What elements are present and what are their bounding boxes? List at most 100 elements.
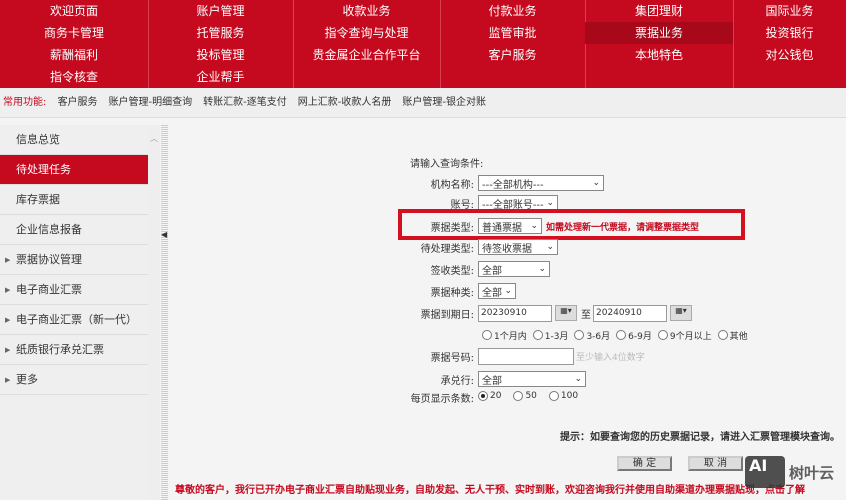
nav-item[interactable]: 监管审批: [440, 22, 585, 44]
due-to-input[interactable]: 20240910: [593, 304, 667, 322]
nav-item[interactable]: 收款业务: [293, 0, 440, 22]
due-range-radio[interactable]: 6-9月: [616, 329, 652, 342]
sidebar-scrollbar[interactable]: ︿: [148, 125, 160, 500]
due-range-radio[interactable]: 其他: [717, 329, 748, 342]
common-function-link[interactable]: 账户管理-银企对账: [402, 97, 486, 108]
nav-item[interactable]: 国际业务: [733, 0, 846, 22]
chevron-down-icon: ⌄: [546, 198, 554, 208]
nav-item[interactable]: 薪酬福利: [0, 44, 148, 66]
radio-label: 6-9月: [628, 331, 652, 342]
top-navigation: 欢迎页面 账户管理 收款业务 付款业务 集团理财 国际业务商务卡管理 托管服务 指令查询与处理…: [0, 0, 846, 88]
common-function-link[interactable]: 客户服务: [58, 97, 98, 108]
radio-icon: [478, 390, 488, 401]
due-from-input[interactable]: 20230910: [478, 304, 552, 322]
bill-kind-label: 票据种类:: [430, 287, 474, 299]
sign-type-select[interactable]: 全部 ⌄: [478, 261, 550, 277]
radio-label: 20: [490, 390, 502, 401]
org-label: 机构名称:: [430, 179, 474, 191]
bill-no-input[interactable]: [478, 347, 574, 365]
sidebar-item[interactable]: ▶ 电子商业汇票（新一代）: [0, 305, 148, 335]
sidebar-item[interactable]: ▶ 电子商业汇票: [0, 275, 148, 305]
nav-item[interactable]: 客户服务: [440, 44, 585, 66]
radio-icon: [548, 390, 559, 401]
expand-arrow-icon: ▶: [5, 286, 11, 294]
common-function-link[interactable]: 网上汇款-收款人名册: [298, 97, 392, 108]
radio-icon: [532, 330, 543, 340]
chevron-down-icon: ⌄: [574, 374, 582, 384]
sidebar-item[interactable]: ▶ 纸质银行承兑汇票: [0, 335, 148, 365]
nav-item[interactable]: 集团理财: [585, 0, 733, 22]
sidebar-collapse-handle[interactable]: ◀: [161, 125, 168, 500]
radio-icon: [717, 330, 728, 340]
sidebar-item[interactable]: ▶ 票据协议管理: [0, 245, 148, 275]
collapse-left-icon[interactable]: ◀: [161, 230, 167, 239]
nav-item[interactable]: 票据业务: [585, 22, 733, 44]
nav-item[interactable]: 投标管理: [148, 44, 293, 66]
calendar-icon[interactable]: ▦▾: [555, 305, 577, 321]
page-size-radio[interactable]: 20: [478, 390, 502, 401]
watermark-logo: AI 树叶云: [745, 456, 834, 488]
page-size-label: 每页显示条数:: [410, 393, 474, 405]
radio-label: 1个月内: [494, 331, 527, 342]
calendar-icon[interactable]: ▦▾: [670, 305, 692, 321]
pending-type-row: 待处理类型: 待签收票据 ⌄: [380, 238, 558, 256]
radio-icon: [616, 330, 627, 340]
sidebar-item[interactable]: 待处理任务: [0, 155, 148, 185]
due-range-radio[interactable]: 3-6月: [574, 329, 610, 342]
page-size-radio[interactable]: 50: [513, 390, 537, 401]
due-range-radio[interactable]: 1-3月: [532, 329, 569, 342]
nav-item[interactable]: 企业帮手: [148, 66, 293, 88]
expand-arrow-icon: ▶: [5, 376, 11, 384]
sidebar-item-label: 电子商业汇票: [16, 283, 82, 296]
org-select[interactable]: ---全部机构--- ⌄: [478, 175, 604, 191]
acceptor-select[interactable]: 全部 ⌄: [478, 371, 586, 387]
nav-item[interactable]: 指令查询与处理: [293, 22, 440, 44]
sidebar-item[interactable]: 企业信息报备: [0, 215, 148, 245]
sidebar-item-label: 电子商业汇票（新一代）: [16, 313, 137, 326]
nav-item[interactable]: 贵金属企业合作平台: [293, 44, 440, 66]
nav-item[interactable]: 指令核查: [0, 66, 148, 88]
nav-item[interactable]: 商务卡管理: [0, 22, 148, 44]
nav-item[interactable]: 对公钱包: [733, 44, 846, 66]
nav-item[interactable]: 托管服务: [148, 22, 293, 44]
page-size-radio[interactable]: 100: [548, 390, 579, 401]
ai-logo-icon: AI: [745, 456, 785, 488]
sidebar-item[interactable]: 信息总览: [0, 125, 148, 155]
notice-banner: 尊敬的客户，我行已开办电子商业汇票自助贴现业务，自助发起、无人干预、实时到账，欢…: [175, 485, 805, 496]
bill-no-row: 票据号码: 至少输入4位数字: [380, 347, 645, 365]
sidebar-item-label: 纸质银行承兑汇票: [16, 343, 104, 356]
sidebar: 信息总览 待处理任务 库存票据 企业信息报备 ▶ 票据协议管理 ▶ 电子商业汇票 ▶ 电子商业汇票…: [0, 125, 148, 500]
radio-label: 1-3月: [544, 331, 569, 342]
bill-kind-select[interactable]: 全部 ⌄: [478, 283, 516, 299]
bill-no-placeholder: 至少输入4位数字: [576, 352, 645, 363]
scroll-up-icon[interactable]: ︿: [150, 133, 158, 144]
sign-type-value: 全部: [482, 265, 502, 277]
nav-item[interactable]: 投资银行: [733, 22, 846, 44]
sidebar-item[interactable]: 库存票据: [0, 185, 148, 215]
common-function-link[interactable]: 账户管理-明细查询: [109, 97, 193, 108]
acceptor-row: 承兑行: 全部 ⌄: [380, 370, 586, 388]
nav-item[interactable]: 欢迎页面: [0, 0, 148, 22]
radio-label: 其他: [729, 331, 748, 342]
chevron-down-icon: ⌄: [538, 264, 546, 274]
due-range-radio[interactable]: 1个月内: [482, 329, 527, 342]
watermark-text: 树叶云: [789, 463, 835, 482]
sidebar-item[interactable]: ▶ 更多: [0, 365, 148, 395]
nav-item[interactable]: 本地特色: [585, 44, 733, 66]
nav-item[interactable]: 付款业务: [440, 0, 585, 22]
chevron-down-icon: ⌄: [546, 242, 554, 252]
nav-item[interactable]: 账户管理: [148, 0, 293, 22]
chevron-down-icon: ⌄: [592, 178, 600, 188]
org-row: 机构名称: ---全部机构--- ⌄: [380, 174, 604, 192]
pending-type-select[interactable]: 待签收票据 ⌄: [478, 239, 558, 255]
sidebar-item-label: 更多: [16, 373, 38, 386]
confirm-button[interactable]: 确 定: [617, 456, 672, 471]
radio-label: 3-6月: [586, 331, 611, 342]
radio-label: 100: [560, 390, 579, 401]
sign-type-row: 签收类型: 全部 ⌄: [380, 260, 550, 278]
common-function-link[interactable]: 转账汇款-逐笔支付: [203, 97, 287, 108]
due-range-radio[interactable]: 9个月以上: [657, 329, 712, 342]
sidebar-item-label: 票据协议管理: [16, 253, 82, 266]
cancel-button[interactable]: 取 消: [688, 456, 743, 471]
history-tip: 提示：如要查询您的历史票据记录，请进入汇票管理模块查询。: [560, 432, 840, 443]
